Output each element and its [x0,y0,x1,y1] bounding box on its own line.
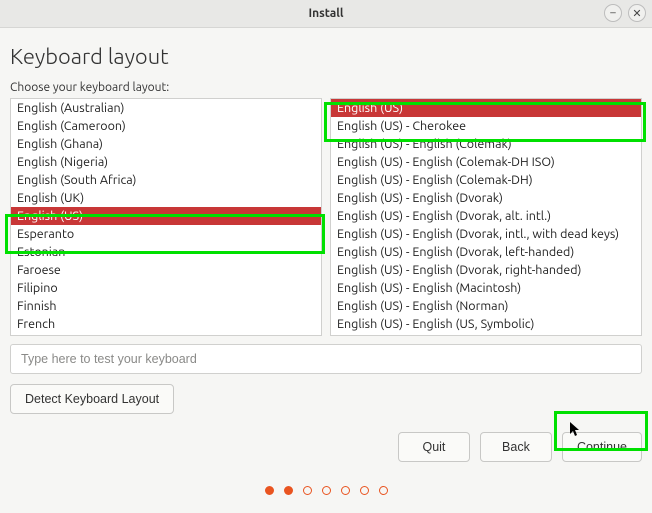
page-title: Keyboard layout [0,28,652,77]
instruction-label: Choose your keyboard layout: [0,77,652,98]
continue-button[interactable]: Continue [562,432,642,462]
layout-list[interactable]: English (Australian)English (Cameroon)En… [10,98,322,336]
variant-item[interactable]: English (US) - English (US, Symbolic) [331,315,641,333]
variant-item[interactable]: English (US) - English (Colemak) [331,135,641,153]
window-title: Install [308,7,343,20]
progress-dot [360,486,369,495]
variant-item[interactable]: English (US) - English (Dvorak, right-ha… [331,261,641,279]
variant-item[interactable]: English (US) - English (Colemak-DH ISO) [331,153,641,171]
progress-dots [0,462,652,495]
layout-item[interactable]: Esperanto [11,225,321,243]
test-row [0,336,652,380]
variant-item[interactable]: English (US) - English (Dvorak, alt. int… [331,207,641,225]
minimize-button[interactable]: – [604,4,622,22]
close-button[interactable]: ✕ [628,4,646,22]
layout-item[interactable]: Finnish [11,297,321,315]
variant-item[interactable]: English (US) - English (Dvorak, intl., w… [331,225,641,243]
progress-dot [284,486,293,495]
layout-item[interactable]: English (Cameroon) [11,117,321,135]
nav-row: Quit Back Continue [0,418,652,462]
variant-item[interactable]: English (US) - Cherokee [331,117,641,135]
back-button[interactable]: Back [480,432,552,462]
progress-dot [322,486,331,495]
layout-item[interactable]: Faroese [11,261,321,279]
quit-button[interactable]: Quit [398,432,470,462]
layout-item[interactable]: English (UK) [11,189,321,207]
layout-item[interactable]: French [11,315,321,333]
layout-item[interactable]: English (South Africa) [11,171,321,189]
progress-dot [379,486,388,495]
progress-dot [265,486,274,495]
variant-item[interactable]: English (US) - English (Colemak-DH) [331,171,641,189]
progress-dot [341,486,350,495]
layout-item[interactable]: English (Ghana) [11,135,321,153]
variant-item[interactable]: English (US) [331,99,641,117]
variant-list[interactable]: English (US)English (US) - CherokeeEngli… [330,98,642,336]
variant-item[interactable]: English (US) - English (US, alt. intl.) [331,333,641,336]
layout-item[interactable]: English (US) [11,207,321,225]
variant-item[interactable]: English (US) - English (Macintosh) [331,279,641,297]
keyboard-test-input[interactable] [10,344,642,374]
progress-dot [303,486,312,495]
window-controls: – ✕ [604,4,646,22]
detect-row: Detect Keyboard Layout [0,380,652,418]
variant-item[interactable]: English (US) - English (Dvorak) [331,189,641,207]
variant-item[interactable]: English (US) - English (Dvorak, left-han… [331,243,641,261]
detect-layout-button[interactable]: Detect Keyboard Layout [10,384,174,414]
layout-item[interactable]: English (Nigeria) [11,153,321,171]
layout-item[interactable]: Filipino [11,279,321,297]
layout-item[interactable]: English (Australian) [11,99,321,117]
layout-item[interactable]: Estonian [11,243,321,261]
titlebar: Install – ✕ [0,0,652,28]
variant-item[interactable]: English (US) - English (Norman) [331,297,641,315]
layout-lists: English (Australian)English (Cameroon)En… [0,98,652,336]
